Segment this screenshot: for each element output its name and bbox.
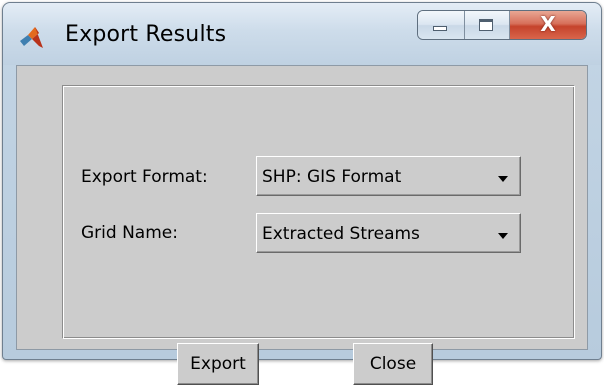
- matlab-icon[interactable]: [18, 24, 45, 51]
- export-format-value: SHP: GIS Format: [262, 167, 402, 187]
- close-button[interactable]: Close: [353, 343, 433, 385]
- window-controls: X: [417, 10, 587, 40]
- close-window-button[interactable]: X: [510, 11, 586, 39]
- dialog-body: Export Format: SHP: GIS Format Grid Name…: [16, 65, 588, 385]
- title-bar[interactable]: Export Results X: [3, 3, 601, 65]
- grid-name-value: Extracted Streams: [262, 224, 420, 244]
- export-format-select[interactable]: SHP: GIS Format: [256, 156, 521, 196]
- chevron-down-icon: [498, 176, 508, 182]
- chevron-down-icon: [498, 233, 508, 239]
- grid-name-select[interactable]: Extracted Streams: [256, 213, 521, 253]
- export-button[interactable]: Export: [177, 343, 259, 385]
- export-format-label: Export Format:: [81, 167, 208, 187]
- options-panel: Export Format: SHP: GIS Format Grid Name…: [62, 85, 575, 385]
- minimize-icon: [433, 26, 447, 31]
- grid-name-label: Grid Name:: [81, 223, 178, 243]
- window-title: Export Results: [65, 22, 227, 47]
- maximize-button[interactable]: [465, 11, 510, 39]
- export-results-window: Export Results X Export Format: SHP: GIS…: [2, 2, 602, 385]
- minimize-button[interactable]: [418, 11, 465, 39]
- close-icon: X: [540, 12, 556, 36]
- maximize-icon: [479, 19, 493, 31]
